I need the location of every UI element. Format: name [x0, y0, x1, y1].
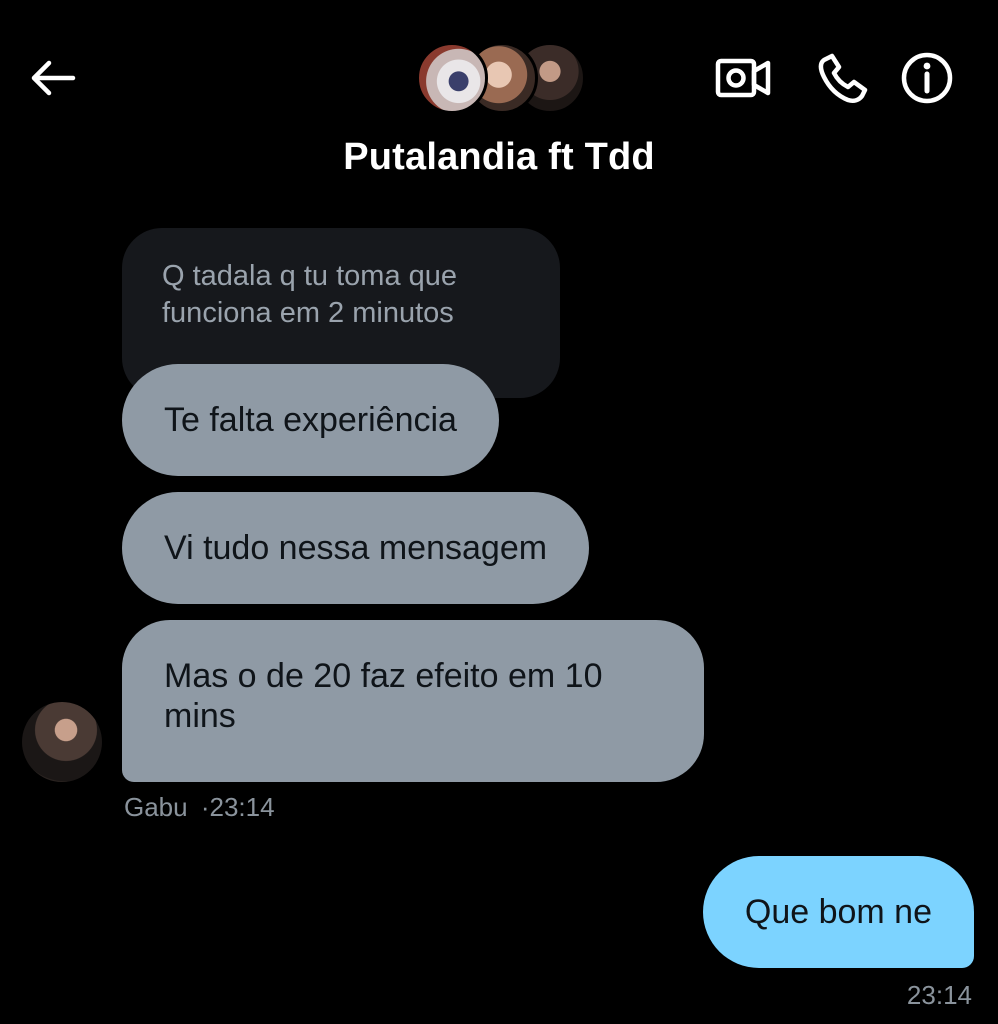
received-message[interactable]: Vi tudo nessa mensagem [122, 492, 590, 604]
phone-icon [818, 53, 868, 104]
sender-avatar[interactable] [22, 702, 102, 782]
back-button[interactable] [22, 50, 82, 106]
meta-separator: · [200, 792, 210, 822]
received-message[interactable]: Te falta experiência [122, 364, 499, 476]
video-camera-icon [715, 58, 771, 98]
voice-call-button[interactable] [812, 48, 874, 108]
video-call-button[interactable] [712, 52, 774, 104]
received-message[interactable]: Mas o de 20 faz efeito em 10 mins [122, 620, 704, 782]
sender-name: Gabu [124, 792, 188, 822]
chat-title[interactable]: Putalandia ft Tdd [0, 136, 998, 179]
info-button[interactable] [896, 48, 958, 108]
arrow-left-icon [31, 60, 76, 96]
group-avatars[interactable] [416, 42, 586, 114]
sent-message[interactable]: Que bom ne [702, 856, 974, 968]
received-meta: Gabu ·23:14 [124, 792, 275, 823]
avatar [416, 42, 488, 114]
sent-timestamp: 23:14 [906, 980, 972, 1010]
received-timestamp: 23:14 [209, 792, 275, 822]
info-icon [901, 52, 953, 104]
